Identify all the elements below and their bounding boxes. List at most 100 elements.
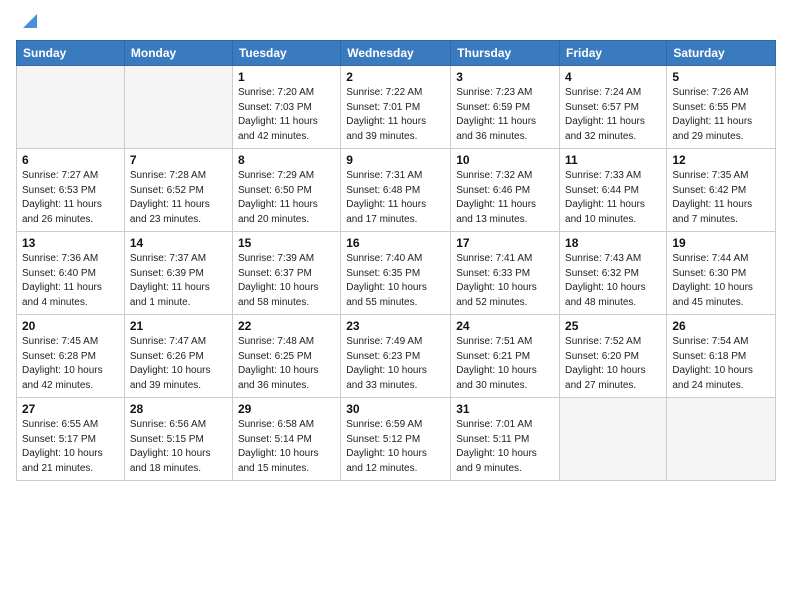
day-info: Sunrise: 7:01 AM Sunset: 5:11 PM Dayligh… [456,418,554,476]
day-number: 15 [238,236,335,250]
day-number: 18 [565,236,661,250]
day-number: 26 [672,319,770,333]
day-info: Sunrise: 7:29 AM Sunset: 6:50 PM Dayligh… [238,169,335,227]
calendar-cell: 16 Sunrise: 7:40 AM Sunset: 6:35 PM Dayli… [341,232,451,315]
calendar-cell: 18 Sunrise: 7:43 AM Sunset: 6:32 PM Dayli… [560,232,667,315]
day-number: 30 [346,402,445,416]
day-info: Sunrise: 6:58 AM Sunset: 5:14 PM Dayligh… [238,418,335,476]
day-info: Sunrise: 7:20 AM Sunset: 7:03 PM Dayligh… [238,86,335,144]
calendar-cell: 31 Sunrise: 7:01 AM Sunset: 5:11 PM Dayli… [451,398,560,481]
calendar-week-row: 6 Sunrise: 7:27 AM Sunset: 6:53 PM Daylig… [17,149,776,232]
day-number: 16 [346,236,445,250]
day-info: Sunrise: 7:45 AM Sunset: 6:28 PM Dayligh… [22,335,119,393]
day-number: 6 [22,153,119,167]
header [16,12,776,32]
day-number: 27 [22,402,119,416]
day-info: Sunrise: 7:33 AM Sunset: 6:44 PM Dayligh… [565,169,661,227]
day-number: 21 [130,319,227,333]
calendar-cell [17,66,125,149]
day-number: 2 [346,70,445,84]
calendar-cell: 7 Sunrise: 7:28 AM Sunset: 6:52 PM Daylig… [124,149,232,232]
day-number: 12 [672,153,770,167]
day-header-saturday: Saturday [667,41,776,66]
day-info: Sunrise: 6:55 AM Sunset: 5:17 PM Dayligh… [22,418,119,476]
calendar-cell: 25Sunrise: 7:52 AM Sunset: 6:20 PM Dayli… [560,315,667,398]
calendar-week-row: 1 Sunrise: 7:20 AM Sunset: 7:03 PM Daylig… [17,66,776,149]
day-number: 24 [456,319,554,333]
day-info: Sunrise: 6:56 AM Sunset: 5:15 PM Dayligh… [130,418,227,476]
calendar-cell: 2 Sunrise: 7:22 AM Sunset: 7:01 PM Daylig… [341,66,451,149]
day-number: 11 [565,153,661,167]
day-info: Sunrise: 7:54 AM Sunset: 6:18 PM Dayligh… [672,335,770,393]
calendar-cell: 8Sunrise: 7:29 AM Sunset: 6:50 PM Daylig… [232,149,340,232]
calendar-cell: 5 Sunrise: 7:26 AM Sunset: 6:55 PM Daylig… [667,66,776,149]
calendar-week-row: 13 Sunrise: 7:36 AM Sunset: 6:40 PM Dayli… [17,232,776,315]
day-info: Sunrise: 7:35 AM Sunset: 6:42 PM Dayligh… [672,169,770,227]
calendar-cell: 29 Sunrise: 6:58 AM Sunset: 5:14 PM Dayli… [232,398,340,481]
day-info: Sunrise: 7:23 AM Sunset: 6:59 PM Dayligh… [456,86,554,144]
day-info: Sunrise: 7:41 AM Sunset: 6:33 PM Dayligh… [456,252,554,310]
day-info: Sunrise: 7:22 AM Sunset: 7:01 PM Dayligh… [346,86,445,144]
day-info: Sunrise: 7:44 AM Sunset: 6:30 PM Dayligh… [672,252,770,310]
day-header-monday: Monday [124,41,232,66]
logo-icon [19,10,41,32]
day-info: Sunrise: 7:47 AM Sunset: 6:26 PM Dayligh… [130,335,227,393]
day-info: Sunrise: 6:59 AM Sunset: 5:12 PM Dayligh… [346,418,445,476]
day-info: Sunrise: 7:32 AM Sunset: 6:46 PM Dayligh… [456,169,554,227]
calendar-cell: 21 Sunrise: 7:47 AM Sunset: 6:26 PM Dayli… [124,315,232,398]
calendar-cell: 3 Sunrise: 7:23 AM Sunset: 6:59 PM Daylig… [451,66,560,149]
calendar-cell: 13 Sunrise: 7:36 AM Sunset: 6:40 PM Dayli… [17,232,125,315]
day-info: Sunrise: 7:52 AM Sunset: 6:20 PM Dayligh… [565,335,661,393]
calendar-cell: 9Sunrise: 7:31 AM Sunset: 6:48 PM Daylig… [341,149,451,232]
day-number: 29 [238,402,335,416]
day-number: 14 [130,236,227,250]
day-info: Sunrise: 7:40 AM Sunset: 6:35 PM Dayligh… [346,252,445,310]
day-info: Sunrise: 7:27 AM Sunset: 6:53 PM Dayligh… [22,169,119,227]
calendar-cell: 17Sunrise: 7:41 AM Sunset: 6:33 PM Dayli… [451,232,560,315]
day-number: 1 [238,70,335,84]
day-number: 31 [456,402,554,416]
day-number: 23 [346,319,445,333]
day-number: 5 [672,70,770,84]
calendar-cell [124,66,232,149]
day-info: Sunrise: 7:51 AM Sunset: 6:21 PM Dayligh… [456,335,554,393]
calendar-cell: 20 Sunrise: 7:45 AM Sunset: 6:28 PM Dayli… [17,315,125,398]
calendar-table: SundayMondayTuesdayWednesdayThursdayFrid… [16,40,776,481]
calendar-week-row: 20 Sunrise: 7:45 AM Sunset: 6:28 PM Dayli… [17,315,776,398]
day-number: 20 [22,319,119,333]
calendar-header-row: SundayMondayTuesdayWednesdayThursdayFrid… [17,41,776,66]
day-info: Sunrise: 7:49 AM Sunset: 6:23 PM Dayligh… [346,335,445,393]
calendar-week-row: 27 Sunrise: 6:55 AM Sunset: 5:17 PM Dayli… [17,398,776,481]
calendar-cell: 22 Sunrise: 7:48 AM Sunset: 6:25 PM Dayli… [232,315,340,398]
calendar-cell [560,398,667,481]
calendar-cell: 24 Sunrise: 7:51 AM Sunset: 6:21 PM Dayli… [451,315,560,398]
calendar-cell: 6 Sunrise: 7:27 AM Sunset: 6:53 PM Daylig… [17,149,125,232]
calendar-cell: 19 Sunrise: 7:44 AM Sunset: 6:30 PM Dayli… [667,232,776,315]
day-info: Sunrise: 7:36 AM Sunset: 6:40 PM Dayligh… [22,252,119,310]
day-number: 19 [672,236,770,250]
calendar-cell: 12 Sunrise: 7:35 AM Sunset: 6:42 PM Dayli… [667,149,776,232]
day-header-tuesday: Tuesday [232,41,340,66]
day-number: 28 [130,402,227,416]
day-info: Sunrise: 7:28 AM Sunset: 6:52 PM Dayligh… [130,169,227,227]
day-header-sunday: Sunday [17,41,125,66]
calendar-page: SundayMondayTuesdayWednesdayThursdayFrid… [0,0,792,612]
day-number: 13 [22,236,119,250]
day-info: Sunrise: 7:24 AM Sunset: 6:57 PM Dayligh… [565,86,661,144]
day-number: 9 [346,153,445,167]
day-number: 7 [130,153,227,167]
calendar-cell: 23 Sunrise: 7:49 AM Sunset: 6:23 PM Dayli… [341,315,451,398]
calendar-cell: 15Sunrise: 7:39 AM Sunset: 6:37 PM Dayli… [232,232,340,315]
day-info: Sunrise: 7:48 AM Sunset: 6:25 PM Dayligh… [238,335,335,393]
calendar-cell [667,398,776,481]
calendar-cell: 1 Sunrise: 7:20 AM Sunset: 7:03 PM Daylig… [232,66,340,149]
calendar-cell: 26 Sunrise: 7:54 AM Sunset: 6:18 PM Dayli… [667,315,776,398]
day-number: 3 [456,70,554,84]
calendar-cell: 4Sunrise: 7:24 AM Sunset: 6:57 PM Daylig… [560,66,667,149]
day-info: Sunrise: 7:26 AM Sunset: 6:55 PM Dayligh… [672,86,770,144]
day-info: Sunrise: 7:37 AM Sunset: 6:39 PM Dayligh… [130,252,227,310]
calendar-cell: 14 Sunrise: 7:37 AM Sunset: 6:39 PM Dayli… [124,232,232,315]
day-info: Sunrise: 7:43 AM Sunset: 6:32 PM Dayligh… [565,252,661,310]
calendar-cell: 11 Sunrise: 7:33 AM Sunset: 6:44 PM Dayli… [560,149,667,232]
day-number: 22 [238,319,335,333]
